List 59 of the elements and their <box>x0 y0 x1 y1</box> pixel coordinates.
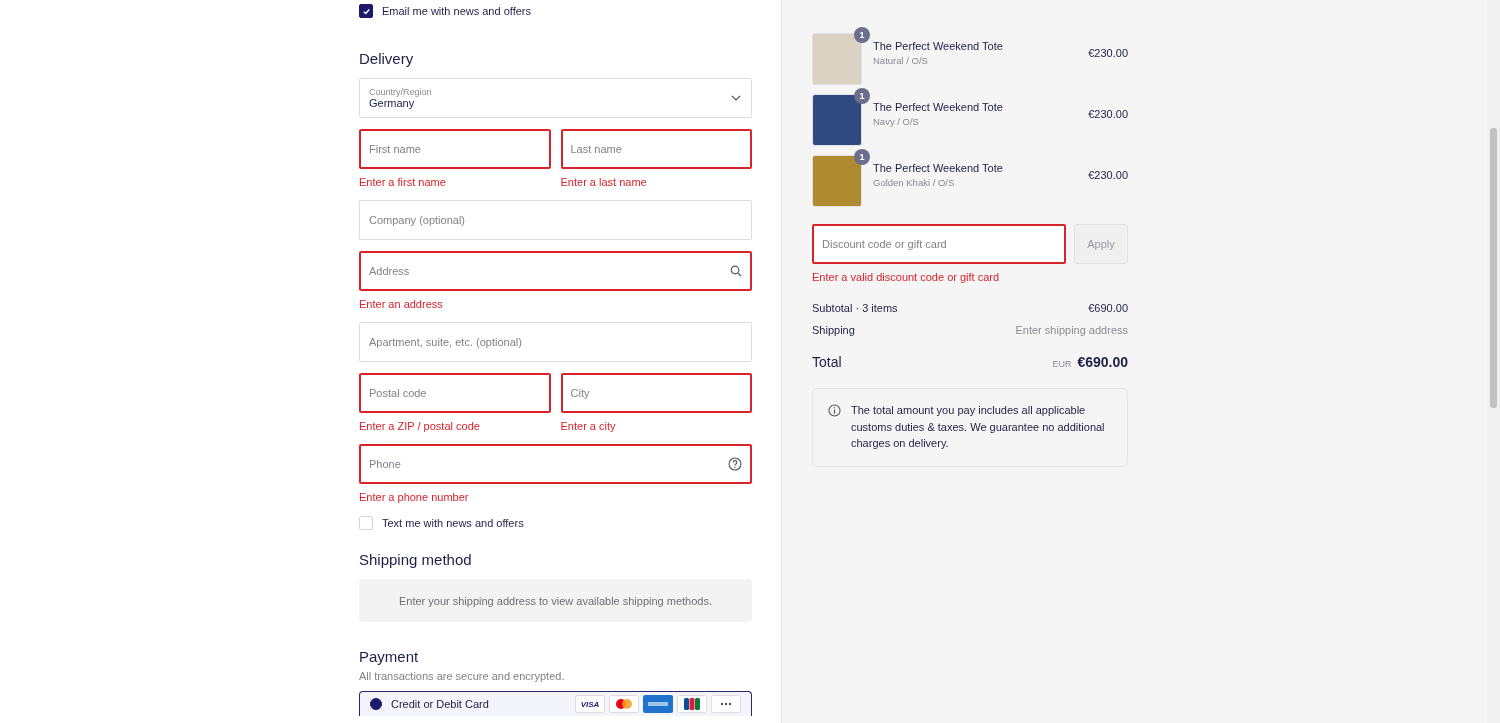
select-value: Germany <box>369 97 416 109</box>
banded-card-icon <box>643 695 673 713</box>
product-name: The Perfect Weekend Tote <box>873 162 1004 174</box>
shipping-value: Enter shipping address <box>1015 324 1128 336</box>
quantity-badge: 1 <box>854 27 870 43</box>
currency-code: EUR <box>1052 359 1072 369</box>
error-message: Enter a phone number <box>359 490 470 504</box>
chevron-down-icon <box>731 95 741 101</box>
error-message: Enter an address <box>359 297 444 311</box>
country-select[interactable]: Country/Region Germany <box>359 78 752 118</box>
payment-option[interactable]: Credit or Debit Card VISA <box>359 691 752 716</box>
quantity-badge: 1 <box>854 149 870 165</box>
text-field[interactable]: Postal code <box>359 373 551 413</box>
shipping-label: Shipping <box>812 324 855 336</box>
checkbox-label: Text me with news and offers <box>382 517 524 529</box>
product-variant: Natural / O/S <box>873 55 929 66</box>
product-name: The Perfect Weekend Tote <box>873 101 1004 113</box>
section-heading: Shipping method <box>359 551 473 568</box>
overlapping-circles-card-icon <box>609 695 639 713</box>
scrollbar[interactable] <box>1487 0 1500 723</box>
section-heading: Payment <box>359 648 420 665</box>
quantity-badge: 1 <box>854 88 870 104</box>
address-field[interactable]: Address <box>359 251 752 291</box>
search-icon[interactable] <box>730 265 742 277</box>
select-label: Country/Region <box>369 87 432 97</box>
section-heading: Delivery <box>359 50 415 67</box>
error-message: Enter a ZIP / postal code <box>359 419 481 433</box>
product-price: €230.00 <box>1088 169 1128 181</box>
product-variant: Navy / O/S <box>873 116 920 127</box>
product-price: €230.00 <box>1088 108 1128 120</box>
error-message: Enter a last name <box>560 175 648 189</box>
payment-option-label: Credit or Debit Card <box>391 698 490 710</box>
checkbox-label: Email me with news and offers <box>382 5 531 17</box>
error-message: Enter a city <box>560 419 617 433</box>
text-field[interactable]: City <box>560 373 752 413</box>
subtotal-label: Subtotal · 3 items <box>812 302 898 314</box>
email-checkbox[interactable] <box>359 4 373 18</box>
text-field[interactable]: First name <box>359 129 551 169</box>
text-field[interactable]: Last name <box>560 129 752 169</box>
error-message: Enter a first name <box>359 175 447 189</box>
notice-text: The total amount you pay includes all applicable customs duties & taxes. We guarantee no additional charges on delivery. <box>851 403 1106 451</box>
error-message: Enter a valid discount code or gift card <box>812 270 1001 284</box>
product-price: €230.00 <box>1088 47 1128 59</box>
striped-card-icon <box>677 695 707 713</box>
help-icon[interactable] <box>728 457 742 471</box>
shipping-notice: Enter your shipping address to view available shipping methods. <box>359 579 752 622</box>
total-label: Total <box>812 354 842 370</box>
total-value: €690.00 <box>1077 354 1128 370</box>
sms-checkbox[interactable] <box>359 516 373 530</box>
subtotal-value: €690.00 <box>1088 302 1128 314</box>
payment-subtitle: All transactions are secure and encrypted. <box>359 670 566 682</box>
check-icon <box>361 6 371 16</box>
radio-button[interactable] <box>370 698 382 710</box>
visa-card-icon: VISA <box>575 695 605 713</box>
product-name: The Perfect Weekend Tote <box>873 40 1004 52</box>
more-cards-icon[interactable] <box>711 695 741 713</box>
product-variant: Golden Khaki / O/S <box>873 177 956 188</box>
info-icon <box>828 404 841 417</box>
phone-field[interactable]: Phone <box>359 444 752 484</box>
